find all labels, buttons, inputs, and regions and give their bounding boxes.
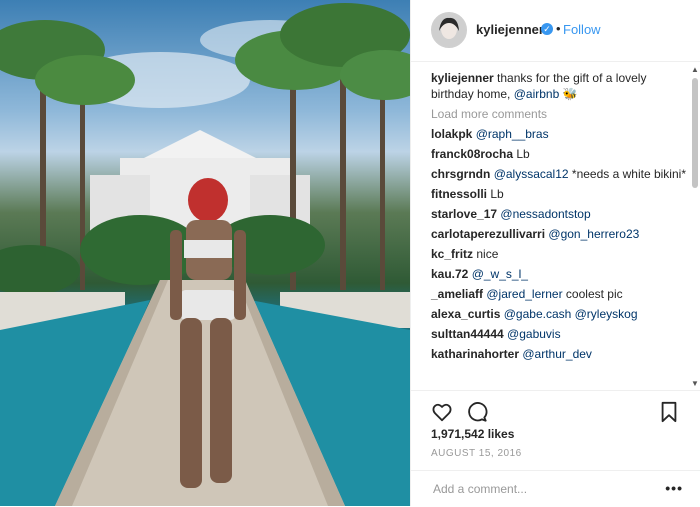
comment-username[interactable]: carlotaperezullivarri xyxy=(431,227,545,241)
scroll-down-arrow-icon[interactable]: ▼ xyxy=(691,380,699,388)
comment-text: nice xyxy=(473,247,499,261)
comment-username[interactable]: franck08rocha xyxy=(431,147,513,161)
comment-item: franck08rocha Lb xyxy=(431,146,686,162)
load-more-comments[interactable]: Load more comments xyxy=(431,106,686,122)
comment-mention[interactable]: @_w_s_l_ xyxy=(472,267,528,281)
post-photo[interactable] xyxy=(0,0,410,506)
likes-count[interactable]: 1,971,542 likes xyxy=(431,427,514,441)
comment-text: coolest pic xyxy=(562,287,623,301)
instagram-post: kyliejenner ✓ • Follow kyliejenner thank… xyxy=(0,0,700,506)
verified-check-icon: ✓ xyxy=(541,23,553,35)
caption-mention[interactable]: @airbnb xyxy=(514,87,560,101)
comment-mention[interactable]: @gon_herrero23 xyxy=(548,227,639,241)
heart-icon[interactable] xyxy=(431,401,453,423)
comment-username[interactable]: lolakpk xyxy=(431,127,472,141)
post-date[interactable]: AUGUST 15, 2016 xyxy=(431,448,522,459)
comment-username[interactable]: fitnessolli xyxy=(431,187,487,201)
photo-illustration xyxy=(0,3,410,506)
avatar[interactable] xyxy=(431,12,467,48)
comment-item: fitnessolli Lb xyxy=(431,186,686,202)
comment-item: chrsgrndn @alyssacal12 *needs a white bi… xyxy=(431,166,686,182)
comment-input[interactable] xyxy=(431,481,655,497)
comment-username[interactable]: chrsgrndn xyxy=(431,167,490,181)
comment-icon[interactable] xyxy=(466,401,488,423)
comment-item: carlotaperezullivarri @gon_herrero23 xyxy=(431,226,686,242)
comment-item: kau.72 @_w_s_l_ xyxy=(431,266,686,282)
bee-emoji-icon: 🐝 xyxy=(562,87,578,101)
caption-username[interactable]: kyliejenner xyxy=(431,71,494,85)
comment-username[interactable]: sulttan44444 xyxy=(431,327,504,341)
comment-mention[interactable]: @alyssacal12 xyxy=(494,167,569,181)
post-sidebar: kyliejenner ✓ • Follow kyliejenner thank… xyxy=(410,0,700,506)
comment-username[interactable]: kc_fritz xyxy=(431,247,473,261)
comment-mention[interactable]: @arthur_dev xyxy=(522,347,592,361)
add-comment-bar: ••• xyxy=(411,470,700,507)
comment-text: Lb xyxy=(513,147,530,161)
comment-text: Lb xyxy=(487,187,504,201)
caption: kyliejenner thanks for the gift of a lov… xyxy=(431,70,686,102)
comment-text: *needs a white bikini* xyxy=(568,167,686,181)
comments-scrollbar[interactable]: ▲ ▼ xyxy=(691,66,699,388)
comment-item: alexa_curtis @gabe.cash @ryleyskog xyxy=(431,306,686,322)
scroll-up-arrow-icon[interactable]: ▲ xyxy=(691,66,699,74)
comment-item: lolakpk @raph__bras xyxy=(431,126,686,142)
comment-mention[interactable]: @gabuvis xyxy=(507,327,561,341)
comment-username[interactable]: kau.72 xyxy=(431,267,468,281)
comment-mention[interactable]: @gabe.cash @ryleyskog xyxy=(504,307,638,321)
comment-item: kc_fritz nice xyxy=(431,246,686,262)
username[interactable]: kyliejenner xyxy=(476,22,544,37)
comment-item: starlove_17 @nessadontstop xyxy=(431,206,686,222)
more-options-icon[interactable]: ••• xyxy=(665,480,683,496)
comment-item: sulttan44444 @gabuvis xyxy=(431,326,686,342)
avatar-image xyxy=(432,13,466,47)
bookmark-icon[interactable] xyxy=(659,401,679,423)
comment-mention[interactable]: @jared_lerner xyxy=(486,287,562,301)
comment-username[interactable]: _ameliaff xyxy=(431,287,483,301)
comment-item: katharinahorter @arthur_dev xyxy=(431,346,686,362)
comment-username[interactable]: starlove_17 xyxy=(431,207,497,221)
follow-button[interactable]: Follow xyxy=(563,22,601,37)
scrollbar-thumb[interactable] xyxy=(692,78,698,188)
comment-username[interactable]: alexa_curtis xyxy=(431,307,500,321)
comment-item: _ameliaff @jared_lerner coolest pic xyxy=(431,286,686,302)
action-bar xyxy=(411,390,700,431)
comments-list: kyliejenner thanks for the gift of a lov… xyxy=(431,70,686,390)
comment-username[interactable]: katharinahorter xyxy=(431,347,519,361)
comment-mention[interactable]: @nessadontstop xyxy=(500,207,590,221)
post-header: kyliejenner ✓ • Follow xyxy=(411,0,700,62)
separator-dot: • xyxy=(556,21,561,36)
comment-mention[interactable]: @raph__bras xyxy=(476,127,549,141)
